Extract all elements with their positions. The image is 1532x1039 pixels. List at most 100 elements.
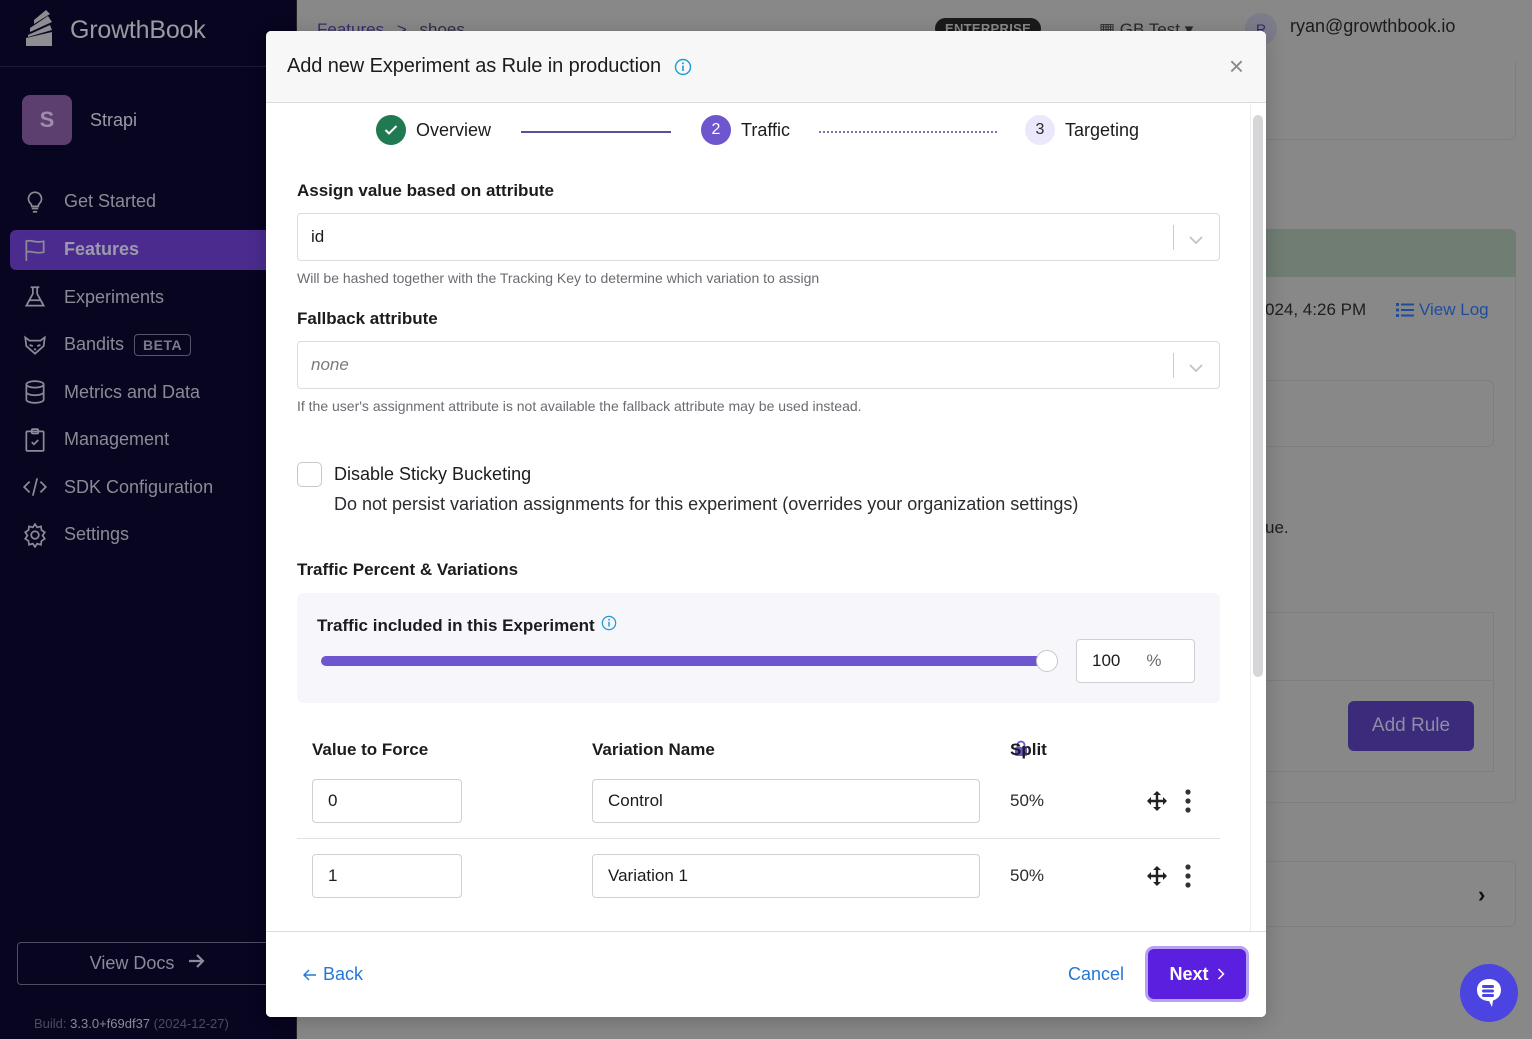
back-label: Back	[323, 964, 364, 984]
user-email[interactable]: ryan@growthbook.io	[1290, 16, 1455, 37]
org-switcher[interactable]: S Strapi	[22, 95, 290, 145]
gear-icon	[22, 522, 48, 548]
sidebar-item-label: Metrics and Data	[64, 381, 201, 402]
drag-handle-icon[interactable]	[1147, 866, 1167, 891]
info-icon[interactable]	[601, 615, 617, 636]
fallback-attribute-help: If the user's assignment attribute is no…	[297, 398, 862, 414]
drag-handle-icon[interactable]	[1147, 791, 1167, 816]
traffic-slider[interactable]	[321, 650, 1058, 672]
database-icon	[22, 379, 48, 405]
sidebar-item-experiments[interactable]: Experiments	[10, 274, 300, 322]
disable-sticky-bucketing-label[interactable]: Disable Sticky Bucketing	[334, 464, 1078, 485]
disable-sticky-bucketing-checkbox[interactable]	[297, 462, 322, 487]
chevron-right-icon	[1217, 968, 1225, 980]
sidebar-item-label: SDK Configuration	[64, 476, 214, 497]
scrollbar-thumb[interactable]	[1253, 115, 1263, 677]
step-targeting[interactable]: 3 Targeting	[1025, 115, 1139, 145]
variation-name-input[interactable]: Control	[592, 779, 980, 823]
sidebar-item-bandits[interactable]: Bandits BETA	[10, 321, 300, 369]
fallback-attribute-placeholder: none	[311, 355, 349, 374]
sidebar-item-label: Management	[64, 429, 170, 450]
hash-attribute-select[interactable]: id	[297, 213, 1220, 261]
add-rule-button[interactable]: Add Rule	[1348, 701, 1474, 751]
flask-icon	[22, 284, 48, 310]
step-connector	[819, 131, 997, 133]
percent-suffix: %	[1146, 651, 1162, 670]
info-icon[interactable]	[674, 58, 692, 76]
modal-footer: Back Cancel Next	[266, 931, 1266, 1017]
chevron-right-icon[interactable]: ›	[1478, 882, 1485, 908]
traffic-slider-fill	[321, 656, 1047, 666]
traffic-form: Assign value based on attribute id Will …	[297, 181, 1220, 414]
variation-split: 50%	[1010, 866, 1045, 885]
variation-value-input[interactable]: 0	[312, 779, 462, 823]
variation-name-input[interactable]: Variation 1	[592, 854, 980, 898]
value-to-force-header: Value to Force	[312, 740, 429, 759]
stepper: Overview 2 Traffic 3 Targeting	[266, 115, 1266, 151]
step-connector	[521, 131, 671, 133]
build-label: Build:	[34, 1016, 67, 1031]
variation-name-header: Variation Name	[592, 740, 715, 759]
growthbook-logo-icon	[22, 8, 58, 53]
sidebar-item-features[interactable]: Features	[10, 229, 300, 270]
back-button[interactable]: Back	[303, 964, 363, 985]
cancel-button[interactable]: Cancel	[1068, 964, 1124, 985]
split-header-text: Split	[1010, 740, 1047, 759]
disable-sticky-bucketing-row: Disable Sticky Bucketing Do not persist …	[297, 462, 1078, 515]
org-avatar: S	[22, 95, 72, 145]
sidebar-item-sdk-configuration[interactable]: SDK Configuration	[10, 464, 300, 512]
background-text: ue.	[1265, 518, 1289, 537]
variation-value-input[interactable]: 1	[312, 854, 462, 898]
chat-icon	[1477, 979, 1501, 1007]
traffic-percent-input[interactable]: 100 %	[1076, 639, 1195, 683]
view-docs-button[interactable]: View Docs	[17, 942, 279, 985]
more-options-icon[interactable]	[1184, 788, 1192, 819]
lightbulb-icon	[22, 189, 48, 215]
step-label: Traffic	[741, 119, 791, 140]
sidebar-item-label: Settings	[64, 524, 130, 545]
traffic-percent-value: 100	[1092, 651, 1121, 670]
variation-row: 0 Control 50%	[297, 764, 1220, 839]
code-icon	[22, 474, 48, 500]
logo[interactable]: GrowthBook	[22, 8, 206, 52]
sidebar-item-label: Get Started	[64, 191, 157, 212]
traffic-slider-thumb[interactable]	[1036, 650, 1058, 672]
sidebar-item-label: Features	[64, 239, 140, 259]
build-date: (2024-12-27)	[153, 1016, 229, 1031]
arrow-left-icon	[303, 969, 316, 980]
more-options-icon[interactable]	[1184, 863, 1192, 894]
org-name: Strapi	[90, 109, 138, 130]
fallback-attribute-select[interactable]: none	[297, 341, 1220, 389]
view-docs-label: View Docs	[89, 953, 175, 973]
sidebar-item-metrics-and-data[interactable]: Metrics and Data	[10, 369, 300, 417]
split-header: Split	[1010, 740, 1047, 760]
view-log-label: View Log	[1419, 300, 1489, 319]
next-button[interactable]: Next	[1148, 949, 1246, 999]
status-banner	[1260, 229, 1516, 277]
step-overview[interactable]: Overview	[376, 115, 491, 145]
sidebar-item-management[interactable]: Management	[10, 416, 300, 464]
step-number: 3	[1025, 115, 1055, 145]
sidebar-item-settings[interactable]: Settings	[10, 511, 300, 559]
step-label: Overview	[416, 119, 492, 140]
chat-button[interactable]	[1460, 964, 1518, 1022]
fallback-attribute-label: Fallback attribute	[297, 309, 438, 328]
close-icon[interactable]: ×	[1229, 53, 1244, 79]
sidebar-item-label: Bandits	[64, 334, 125, 355]
check-icon	[376, 115, 406, 145]
modal-title-text: Add new Experiment as Rule in production	[287, 55, 661, 77]
clipboard-check-icon	[22, 427, 48, 453]
step-traffic[interactable]: 2 Traffic	[701, 115, 790, 145]
next-label: Next	[1169, 963, 1209, 984]
traffic-section-title: Traffic Percent & Variations	[297, 560, 519, 579]
select-separator	[1173, 353, 1174, 378]
disable-sticky-bucketing-description: Do not persist variation assignments for…	[334, 494, 1079, 514]
background-card	[1260, 380, 1494, 447]
arrow-right-icon	[188, 953, 206, 974]
hash-attribute-label: Assign value based on attribute	[297, 181, 554, 200]
sidebar-item-get-started[interactable]: Get Started	[10, 178, 300, 226]
sidebar-item-label: Experiments	[64, 286, 165, 307]
raccoon-icon	[22, 332, 48, 358]
view-log-link[interactable]: View Log	[1396, 300, 1489, 320]
brand-name: GrowthBook	[70, 15, 206, 44]
